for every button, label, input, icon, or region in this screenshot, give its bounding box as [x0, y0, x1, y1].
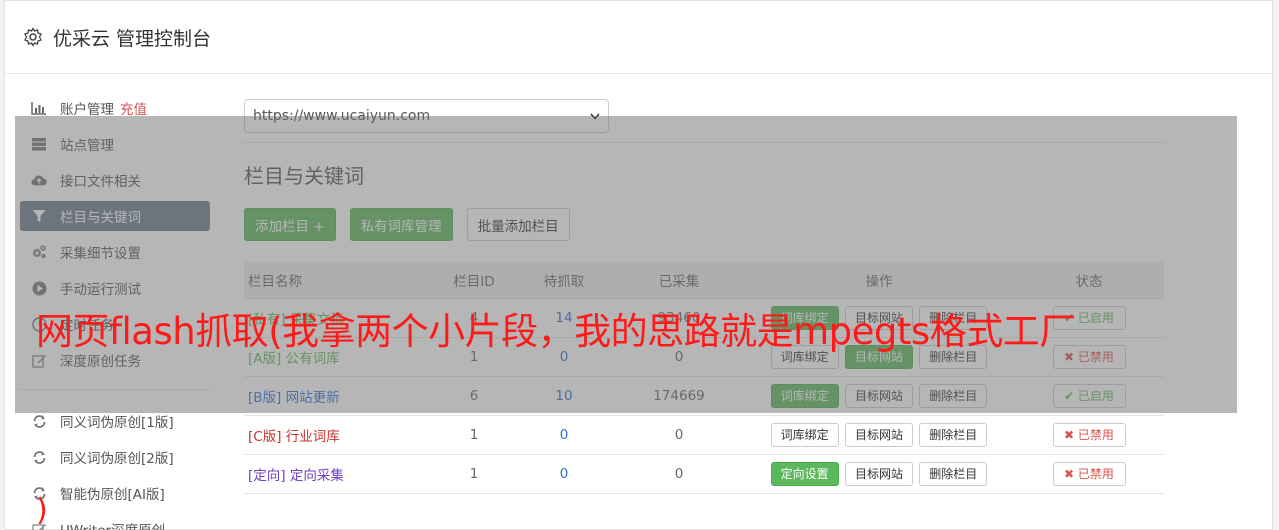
- sidebar-item-label: UWriter深度原创: [60, 519, 165, 530]
- delete-column-button[interactable]: 删除栏目: [919, 461, 988, 486]
- row-actions: 定向设置 目标网站 删除栏目: [744, 454, 1014, 493]
- sidebar-item-uwriter[interactable]: UWriter深度原创: [20, 514, 210, 530]
- gear-icon: [24, 27, 42, 47]
- refresh-icon: [31, 449, 47, 465]
- x-icon: ✖: [1064, 427, 1078, 442]
- status-cell: ✖ 已禁用: [1014, 415, 1164, 454]
- row-actions: 词库绑定 目标网站 删除栏目: [744, 415, 1014, 454]
- column-name-cell[interactable]: [C版] 行业词库: [244, 415, 434, 454]
- status-label: 已禁用: [1077, 428, 1114, 442]
- column-name: 行业词库: [285, 428, 340, 445]
- directed-settings-button[interactable]: 定向设置: [770, 461, 839, 486]
- target-site-button[interactable]: 目标网站: [844, 461, 913, 486]
- column-id: 1: [469, 465, 479, 482]
- status-label: 已禁用: [1077, 467, 1114, 481]
- video-overlay: [15, 116, 1237, 413]
- table-row: [定向] 定向采集 1 0 0 定向设置 目标网站 删除栏目 ✖ 已禁用: [244, 454, 1164, 493]
- column-tag: [C版]: [248, 428, 282, 445]
- collected-count: 0: [674, 465, 684, 482]
- lexicon-bind-button[interactable]: 词库绑定: [770, 422, 839, 447]
- bar-chart-icon: [31, 100, 47, 116]
- refresh-icon: [31, 413, 47, 429]
- delete-column-button[interactable]: 删除栏目: [919, 422, 988, 447]
- sidebar-item-ai-original[interactable]: 智能伪原创[AI版]: [20, 478, 210, 508]
- sidebar-item-label: 智能伪原创[AI版]: [60, 487, 165, 503]
- page-header: 优采云 管理控制台: [5, 1, 1272, 74]
- pending-count: 0: [559, 426, 569, 443]
- column-name: 定向采集: [289, 467, 344, 484]
- page-title: 优采云 管理控制台: [53, 27, 212, 50]
- column-id: 1: [469, 426, 479, 443]
- sidebar-item-synonym-v2[interactable]: 同义词伪原创[2版]: [20, 442, 210, 472]
- overlay-caption: 网页flash抓取(我拿两个小片段，我的思路就是mpegts格式工厂: [36, 310, 1076, 353]
- recharge-link[interactable]: 充值: [120, 98, 147, 118]
- sidebar-item-label: 同义词伪原创[1版]: [60, 415, 174, 431]
- overlay-paren: ): [36, 493, 48, 528]
- sidebar-item-label: 同义词伪原创[2版]: [60, 451, 174, 467]
- column-name-cell[interactable]: [定向] 定向采集: [244, 454, 434, 493]
- collected-count: 0: [674, 426, 684, 443]
- status-toggle[interactable]: ✖ 已禁用: [1052, 461, 1126, 486]
- status-cell: ✖ 已禁用: [1014, 454, 1164, 493]
- table-row: [C版] 行业词库 1 0 0 词库绑定 目标网站 删除栏目 ✖ 已禁用: [244, 415, 1164, 454]
- x-icon: ✖: [1064, 466, 1078, 481]
- target-site-button[interactable]: 目标网站: [844, 422, 913, 447]
- sidebar-item-label: 账户管理: [60, 102, 114, 118]
- pending-count: 0: [559, 465, 569, 482]
- status-toggle[interactable]: ✖ 已禁用: [1052, 422, 1126, 447]
- column-tag: [定向]: [248, 467, 286, 484]
